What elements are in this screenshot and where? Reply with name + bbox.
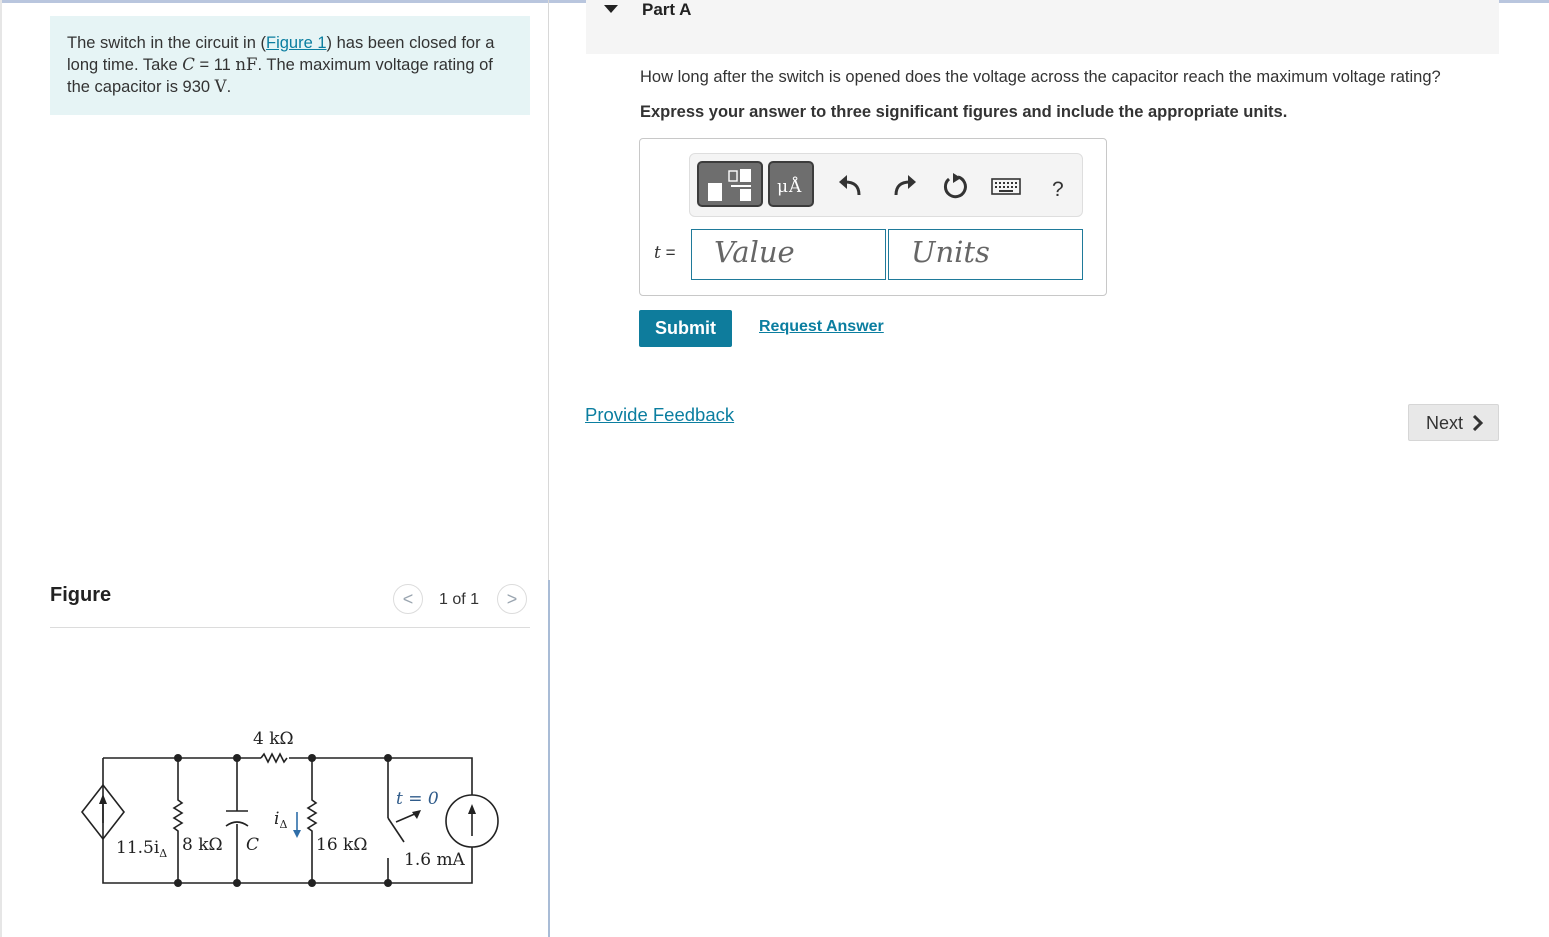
reset-icon[interactable] xyxy=(939,171,971,201)
answer-toolbar: μÅ ? xyxy=(689,153,1083,217)
dependent-source-label: 11.5iΔ xyxy=(116,838,167,860)
part-title: Part A xyxy=(642,0,692,19)
part-header[interactable] xyxy=(586,0,1499,54)
figure-counter: 1 of 1 xyxy=(439,591,480,608)
column-divider-accent xyxy=(548,580,550,937)
keyboard-icon[interactable] xyxy=(990,171,1022,201)
next-figure-button[interactable]: > xyxy=(497,584,527,614)
value-input[interactable]: Value xyxy=(691,229,886,280)
circuit-diagram: 4 kΩ 11.5iΔ 8 kΩ C iΔ 16 kΩ t = 0 1.6 mA xyxy=(80,729,499,887)
left-edge xyxy=(0,0,2,937)
figure-pagination: < 1 of 1 > xyxy=(391,584,531,616)
redo-icon[interactable] xyxy=(888,171,920,201)
resistor-8k-label: 8 kΩ xyxy=(182,835,223,855)
next-button[interactable]: Next xyxy=(1408,404,1499,441)
answer-instruction: Express your answer to three significant… xyxy=(640,103,1288,121)
chevron-right-icon xyxy=(1472,415,1484,431)
provide-feedback-link[interactable]: Provide Feedback xyxy=(585,404,734,426)
chevron-right-icon: > xyxy=(506,589,518,609)
figure-link[interactable]: Figure 1 xyxy=(266,34,327,52)
units-button[interactable]: μÅ xyxy=(768,161,814,207)
request-answer-link[interactable]: Request Answer xyxy=(759,318,884,336)
resistor-4k-label: 4 kΩ xyxy=(253,729,294,749)
prev-figure-button[interactable]: < xyxy=(393,584,423,614)
switch-label: t = 0 xyxy=(396,789,439,809)
figure-divider xyxy=(50,627,530,628)
capacitance-unit: nF xyxy=(235,55,258,74)
help-icon[interactable]: ? xyxy=(1052,178,1064,202)
voltage-unit: V xyxy=(214,77,227,96)
templates-button[interactable] xyxy=(697,161,763,207)
current-source-label: 1.6 mA xyxy=(404,850,466,870)
undo-icon[interactable] xyxy=(835,171,867,201)
submit-button[interactable]: Submit xyxy=(639,310,732,347)
resistor-16k-label: 16 kΩ xyxy=(316,835,367,855)
units-icon: μÅ xyxy=(777,177,803,197)
caret-down-icon[interactable] xyxy=(604,5,618,13)
units-input[interactable]: Units xyxy=(888,229,1083,280)
figure-title: Figure xyxy=(50,584,112,606)
problem-statement: The switch in the circuit in (Figure 1) … xyxy=(50,16,530,115)
answer-variable: t = xyxy=(654,243,676,263)
next-button-label: Next xyxy=(1426,413,1464,433)
current-i-label: iΔ xyxy=(274,809,287,831)
capacitor-label: C xyxy=(246,835,259,855)
templates-icon xyxy=(708,169,751,201)
capacitor-symbol: C xyxy=(182,55,195,74)
question-text: How long after the switch is opened does… xyxy=(640,68,1441,86)
chevron-left-icon: < xyxy=(402,589,414,609)
